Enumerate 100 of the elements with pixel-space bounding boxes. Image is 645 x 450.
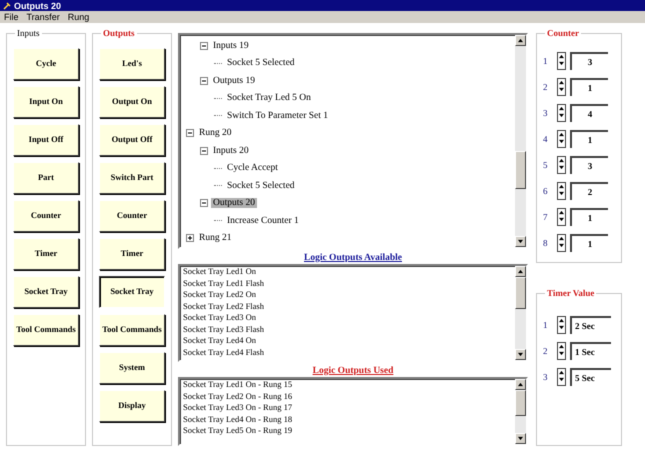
list-item[interactable]: Socket Tray Led2 Flash xyxy=(180,300,515,312)
command-button[interactable]: Timer xyxy=(13,238,79,270)
command-button[interactable]: Switch Part xyxy=(99,162,165,194)
scroll-down-icon[interactable] xyxy=(517,239,524,244)
command-button[interactable]: Output On xyxy=(99,86,165,118)
counter-value[interactable]: 2 xyxy=(570,182,608,200)
row-number: 3 xyxy=(543,108,548,118)
list-item[interactable]: Socket Tray Led3 On xyxy=(180,312,515,324)
scroll-down-icon[interactable] xyxy=(517,436,524,441)
command-button[interactable]: Display xyxy=(99,390,165,422)
command-button[interactable]: Tool Commands xyxy=(99,314,165,346)
command-button[interactable]: Part xyxy=(13,162,79,194)
command-button[interactable]: Counter xyxy=(13,200,79,232)
timer-value[interactable]: 2 Sec xyxy=(570,316,611,334)
app-icon xyxy=(3,2,11,10)
command-button[interactable]: Socket Tray xyxy=(99,276,165,308)
command-button[interactable]: System xyxy=(99,352,165,384)
collapse-icon[interactable] xyxy=(200,146,208,155)
scroll-thumb[interactable] xyxy=(515,150,526,188)
row-number: 4 xyxy=(543,134,548,144)
list-item[interactable]: Socket Tray Led2 On - Rung 16 xyxy=(180,390,515,402)
list-title: Logic Outputs Used xyxy=(312,366,394,376)
list-item[interactable]: Socket Tray Led5 On - Rung 19 xyxy=(180,425,515,436)
rung-tree[interactable]: Inputs 19 Socket 5 Selected Outputs 19 Socket Tray Led 5 On Switch To Parameter Set 1 Rung 20 Inputs 20 Cycle Accept Socket 5 Selected Outputs 20 Increase Counter 1 Rung 21 xyxy=(178,33,528,249)
scroll-up-icon[interactable] xyxy=(517,269,524,274)
command-button[interactable]: Led's xyxy=(99,48,165,80)
row-number: 8 xyxy=(543,238,548,248)
scrollbar[interactable] xyxy=(515,379,526,444)
spin-arrows-icon[interactable] xyxy=(557,104,566,122)
spin-arrows-icon[interactable] xyxy=(557,208,566,226)
collapse-icon[interactable] xyxy=(200,76,208,85)
counter-value[interactable]: 1 xyxy=(570,208,608,226)
list-item[interactable]: Socket Tray Led4 Flash xyxy=(180,346,515,358)
command-button[interactable]: Socket Tray xyxy=(13,276,79,308)
scrollbar[interactable] xyxy=(515,35,526,247)
row-number: 1 xyxy=(543,320,548,330)
command-button[interactable]: Input Off xyxy=(13,124,79,156)
tree-item[interactable]: Socket 5 Selected xyxy=(225,58,297,68)
command-button[interactable]: Output Off xyxy=(99,124,165,156)
used-list[interactable]: Socket Tray Led1 On - Rung 15 Socket Tray Led2 On - Rung 16 Socket Tray Led3 On - Rung 17 Socket Tray Led4 On - Rung 18 Socket Tray Led5 On - Rung 19 xyxy=(178,377,528,446)
timer-value[interactable]: 5 Sec xyxy=(570,368,611,386)
list-item[interactable]: Socket Tray Led3 On - Rung 17 xyxy=(180,402,515,414)
tree-item[interactable]: Cycle Accept xyxy=(225,163,280,174)
scroll-up-icon[interactable] xyxy=(517,382,524,387)
spin-arrows-icon[interactable] xyxy=(557,234,566,252)
window-title: Outputs 20 xyxy=(14,0,62,10)
spin-arrows-icon[interactable] xyxy=(557,368,566,386)
command-button[interactable]: Timer xyxy=(99,238,165,270)
tree-item[interactable]: Inputs 20 xyxy=(211,146,251,156)
menu-item[interactable]: File xyxy=(4,12,19,22)
scroll-thumb[interactable] xyxy=(515,277,526,310)
list-item[interactable]: Socket Tray Led4 On - Rung 18 xyxy=(180,414,515,425)
counter-value[interactable]: 1 xyxy=(570,130,608,148)
tree-item[interactable]: Outputs 20 xyxy=(211,198,257,208)
scroll-up-icon[interactable] xyxy=(517,38,524,43)
tree-item[interactable]: Socket Tray Led 5 On xyxy=(225,93,313,104)
spin-arrows-icon[interactable] xyxy=(557,156,566,174)
spin-arrows-icon[interactable] xyxy=(557,130,566,148)
command-button[interactable]: Cycle xyxy=(13,48,79,80)
spin-arrows-icon[interactable] xyxy=(557,52,566,70)
spin-arrows-icon[interactable] xyxy=(557,316,566,334)
timer-value[interactable]: 1 Sec xyxy=(570,342,611,360)
list-item[interactable]: Socket Tray Led4 On xyxy=(180,335,515,346)
tree-item[interactable]: Rung 20 xyxy=(197,128,234,138)
expand-icon[interactable] xyxy=(186,234,194,242)
tree-item[interactable]: Rung 21 xyxy=(197,233,234,244)
list-item[interactable]: Socket Tray Led1 On xyxy=(180,266,515,278)
counter-value[interactable]: 1 xyxy=(570,78,608,96)
row-number: 7 xyxy=(543,212,548,222)
list-item[interactable]: Socket Tray Led1 Flash xyxy=(180,278,515,289)
tree-item[interactable]: Increase Counter 1 xyxy=(225,216,301,226)
scrollbar[interactable] xyxy=(515,266,526,360)
counter-value[interactable]: 3 xyxy=(570,52,608,70)
row-number: 6 xyxy=(543,186,548,196)
counter-value[interactable]: 4 xyxy=(570,104,608,122)
menu-item[interactable]: Rung xyxy=(68,12,90,22)
list-item[interactable]: Socket Tray Led3 Flash xyxy=(180,324,515,335)
menu-item[interactable]: Transfer xyxy=(26,12,60,22)
collapse-icon[interactable] xyxy=(186,129,194,138)
tree-item[interactable]: Switch To Parameter Set 1 xyxy=(225,110,330,121)
tree-item[interactable]: Inputs 19 xyxy=(211,40,251,51)
scroll-thumb[interactable] xyxy=(515,390,526,416)
scroll-down-icon[interactable] xyxy=(517,352,524,357)
collapse-icon[interactable] xyxy=(200,42,208,50)
counter-value[interactable]: 1 xyxy=(570,234,608,252)
command-button[interactable]: Input On xyxy=(13,86,79,118)
command-button[interactable]: Tool Commands xyxy=(13,314,79,346)
row-number: 2 xyxy=(543,346,548,356)
command-button[interactable]: Counter xyxy=(99,200,165,232)
tree-item[interactable]: Socket 5 Selected xyxy=(225,180,297,191)
group-title: Outputs xyxy=(101,28,137,38)
tree-item[interactable]: Outputs 19 xyxy=(211,76,257,86)
available-list[interactable]: Socket Tray Led1 On Socket Tray Led1 Flash Socket Tray Led2 On Socket Tray Led2 Flash Socket Tray Led3 On Socket Tray Led3 Flash Socket Tray Led4 On Socket Tray Led4 Flash xyxy=(178,264,528,362)
list-item[interactable]: Socket Tray Led2 On xyxy=(180,289,515,300)
spin-arrows-icon[interactable] xyxy=(557,342,566,360)
list-item[interactable]: Socket Tray Led1 On - Rung 15 xyxy=(180,379,515,390)
spin-arrows-icon[interactable] xyxy=(557,182,566,200)
collapse-icon[interactable] xyxy=(200,199,208,208)
counter-value[interactable]: 3 xyxy=(570,156,608,174)
spin-arrows-icon[interactable] xyxy=(557,78,566,96)
